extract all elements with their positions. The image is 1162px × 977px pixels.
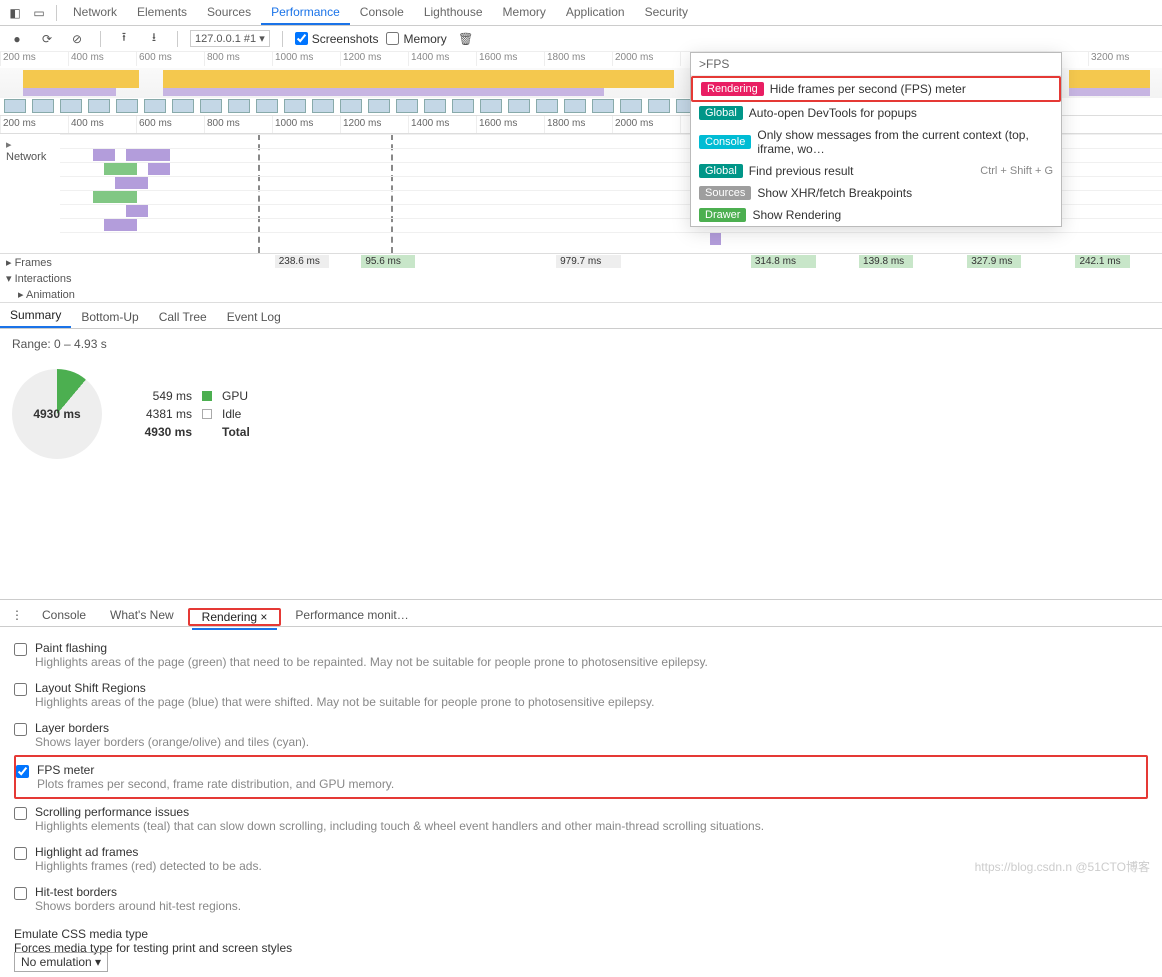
- rendering-option[interactable]: Paint flashingHighlights areas of the pa…: [14, 635, 1148, 675]
- palette-input[interactable]: >FPS: [691, 53, 1061, 76]
- tracks: ▸ Frames 238.6 ms 95.6 ms 979.7 ms 314.8 ms 1…: [0, 254, 1162, 303]
- drawer-menu-icon[interactable]: ⋮: [6, 604, 28, 626]
- devtools-tab-elements[interactable]: Elements: [127, 1, 197, 25]
- filmstrip-thumb[interactable]: [452, 99, 474, 113]
- option-checkbox[interactable]: [14, 723, 27, 736]
- rendering-option[interactable]: FPS meterPlots frames per second, frame …: [14, 755, 1148, 799]
- perf-controls: ● ⟳ ⊘ ⭱ ⭳ 127.0.0.1 #1 ▾ Screenshots Mem…: [0, 26, 1162, 52]
- detail-tab[interactable]: Event Log: [217, 306, 291, 328]
- track-animation[interactable]: ▸ Animation: [0, 288, 80, 301]
- devtools-tab-console[interactable]: Console: [350, 1, 414, 25]
- option-checkbox[interactable]: [14, 887, 27, 900]
- palette-item[interactable]: ConsoleOnly show messages from the curre…: [691, 124, 1061, 160]
- filmstrip-thumb[interactable]: [480, 99, 502, 113]
- close-icon[interactable]: ×: [257, 610, 267, 624]
- frame-chip[interactable]: 979.7 ms: [556, 255, 621, 268]
- summary-donut: 4930 ms: [12, 369, 102, 459]
- frame-chip[interactable]: 238.6 ms: [275, 255, 329, 268]
- palette-item[interactable]: SourcesShow XHR/fetch Breakpoints: [691, 182, 1061, 204]
- filmstrip-thumb[interactable]: [144, 99, 166, 113]
- load-icon[interactable]: ⭱: [113, 28, 135, 50]
- palette-item[interactable]: RenderingHide frames per second (FPS) me…: [691, 76, 1061, 102]
- trash-icon[interactable]: 🗑: [455, 28, 477, 50]
- filmstrip-thumb[interactable]: [284, 99, 306, 113]
- filmstrip-thumb[interactable]: [564, 99, 586, 113]
- context-select[interactable]: 127.0.0.1 #1 ▾: [190, 30, 270, 47]
- rendering-option[interactable]: Layout Shift RegionsHighlights areas of …: [14, 675, 1148, 715]
- option-checkbox[interactable]: [16, 765, 29, 778]
- summary-panel: 4930 ms 549 msGPU4381 msIdle4930 msTotal: [0, 359, 1162, 469]
- frame-chip[interactable]: 327.9 ms: [967, 255, 1021, 268]
- filmstrip-thumb[interactable]: [536, 99, 558, 113]
- devtools-tab-sources[interactable]: Sources: [197, 1, 261, 25]
- palette-item[interactable]: GlobalAuto-open DevTools for popups: [691, 102, 1061, 124]
- filmstrip-thumb[interactable]: [592, 99, 614, 113]
- frame-chip[interactable]: 314.8 ms: [751, 255, 816, 268]
- filmstrip-thumb[interactable]: [200, 99, 222, 113]
- reload-icon[interactable]: ⟳: [36, 28, 58, 50]
- filmstrip-thumb[interactable]: [396, 99, 418, 113]
- record-icon[interactable]: ●: [6, 28, 28, 50]
- filmstrip-thumb[interactable]: [116, 99, 138, 113]
- drawer-tab[interactable]: Console: [32, 604, 96, 626]
- devtools-tab-memory[interactable]: Memory: [493, 1, 556, 25]
- track-frames[interactable]: ▸ Frames: [0, 256, 80, 269]
- filmstrip-thumb[interactable]: [312, 99, 334, 113]
- drawer-tab[interactable]: Performance monit…: [285, 604, 418, 626]
- rendering-option[interactable]: Scrolling performance issuesHighlights e…: [14, 799, 1148, 839]
- track-interactions[interactable]: ▾ Interactions: [0, 272, 80, 285]
- option-checkbox[interactable]: [14, 683, 27, 696]
- drawer-tab[interactable]: Rendering ×: [192, 606, 278, 630]
- devtools-tabs: ◧ ▭ NetworkElementsSourcesPerformanceCon…: [0, 0, 1162, 26]
- inspect-icon[interactable]: ◧: [4, 2, 26, 24]
- emulate-title: Emulate CSS media type: [14, 927, 1148, 941]
- emulate-desc: Forces media type for testing print and …: [14, 941, 1148, 955]
- frame-chip[interactable]: 95.6 ms: [361, 255, 415, 268]
- filmstrip-thumb[interactable]: [340, 99, 362, 113]
- save-icon[interactable]: ⭳: [143, 28, 165, 50]
- filmstrip-thumb[interactable]: [424, 99, 446, 113]
- detail-tab[interactable]: Summary: [0, 304, 71, 328]
- palette-item[interactable]: DrawerShow Rendering: [691, 204, 1061, 226]
- filmstrip-thumb[interactable]: [648, 99, 670, 113]
- frame-chip[interactable]: 139.8 ms: [859, 255, 913, 268]
- option-checkbox[interactable]: [14, 847, 27, 860]
- devtools-tab-security[interactable]: Security: [635, 1, 698, 25]
- filmstrip-thumb[interactable]: [256, 99, 278, 113]
- command-palette: >FPS RenderingHide frames per second (FP…: [690, 52, 1062, 227]
- rendering-option[interactable]: Layer bordersShows layer borders (orange…: [14, 715, 1148, 755]
- filmstrip-thumb[interactable]: [172, 99, 194, 113]
- clear-icon[interactable]: ⊘: [66, 28, 88, 50]
- filmstrip-thumb[interactable]: [508, 99, 530, 113]
- drawer-tabs: ⋮ ConsoleWhat's New Rendering × Performanc…: [0, 599, 1162, 627]
- screenshots-checkbox[interactable]: Screenshots: [295, 32, 379, 46]
- watermark: https://blog.csdn.n @51CTO博客: [975, 858, 1150, 875]
- rendering-panel: Paint flashingHighlights areas of the pa…: [0, 627, 1162, 927]
- devtools-tab-network[interactable]: Network: [63, 1, 127, 25]
- device-icon[interactable]: ▭: [28, 2, 50, 24]
- filmstrip-thumb[interactable]: [368, 99, 390, 113]
- devtools-tab-performance[interactable]: Performance: [261, 1, 350, 25]
- option-checkbox[interactable]: [14, 807, 27, 820]
- filmstrip-thumb[interactable]: [60, 99, 82, 113]
- filmstrip-thumb[interactable]: [620, 99, 642, 113]
- detail-tab[interactable]: Bottom-Up: [71, 306, 148, 328]
- filmstrip-thumb[interactable]: [228, 99, 250, 113]
- detail-tab[interactable]: Call Tree: [149, 306, 217, 328]
- filmstrip-thumb[interactable]: [88, 99, 110, 113]
- filmstrip-thumb[interactable]: [32, 99, 54, 113]
- devtools-tab-lighthouse[interactable]: Lighthouse: [414, 1, 493, 25]
- option-checkbox[interactable]: [14, 643, 27, 656]
- devtools-tab-application[interactable]: Application: [556, 1, 635, 25]
- detail-tabs: SummaryBottom-UpCall TreeEvent Log: [0, 303, 1162, 329]
- frame-chip[interactable]: 242.1 ms: [1075, 255, 1129, 268]
- memory-checkbox[interactable]: Memory: [386, 32, 446, 46]
- palette-item[interactable]: GlobalFind previous resultCtrl + Shift +…: [691, 160, 1061, 182]
- filmstrip-thumb[interactable]: [4, 99, 26, 113]
- range-label: Range: 0 – 4.93 s: [0, 329, 1162, 359]
- drawer-tab[interactable]: What's New: [100, 604, 184, 626]
- emulate-select[interactable]: No emulation ▾: [14, 952, 108, 972]
- rendering-option[interactable]: Hit-test bordersShows borders around hit…: [14, 879, 1148, 919]
